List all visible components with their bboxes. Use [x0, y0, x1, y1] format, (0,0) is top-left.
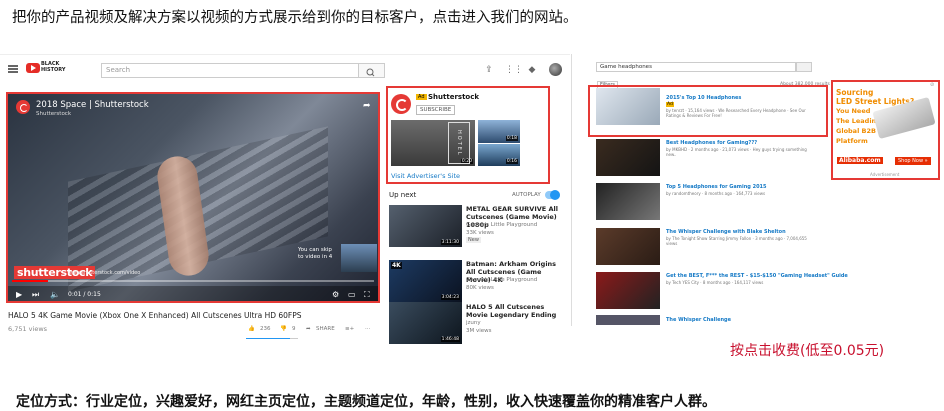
up-next-label: Up next — [389, 191, 417, 199]
advertiser-card[interactable]: Ad Shutterstock SUBSCRIBE 0:20 HOTEL 0:1… — [386, 86, 550, 184]
view-count: 6,751 views — [8, 325, 48, 333]
duration: 3:04:23 — [440, 295, 460, 300]
logo-text: BLACK HISTORY — [41, 61, 66, 73]
result-thumbnail-5[interactable] — [596, 315, 660, 325]
promoted-thumbnail[interactable] — [596, 88, 660, 125]
share-icon[interactable]: ➦ — [363, 101, 371, 111]
bottom-caption: 定位方式：行业定位，兴趣爱好，网红主页定位，主题频道定位，年龄，性别，收入快速覆… — [16, 394, 716, 410]
youtube-logo-icon[interactable] — [26, 63, 40, 73]
hotel-sign-text: HOTEL — [448, 122, 470, 164]
promoted-ad-badge: Ad — [666, 102, 674, 107]
video-title: HALO 5 4K Game Movie (Xbox One X Enhance… — [8, 311, 302, 320]
settings-icon[interactable]: ⚙ — [332, 290, 339, 299]
results-search-button[interactable] — [796, 62, 812, 72]
up-next-channel-3: jzuny — [466, 320, 481, 326]
ad-thumbnail-3[interactable]: 0:16 — [478, 144, 520, 166]
up-next-title-3[interactable]: HALO 5 All Cutscenes Movie Legendary End… — [466, 303, 561, 319]
results-search-input[interactable]: Game headphones — [596, 62, 796, 72]
advertisement-label: Advertisement — [870, 172, 900, 177]
result-title-1[interactable]: Best Headphones for Gaming??? — [666, 140, 757, 146]
up-next-views-1: 33K views — [466, 230, 494, 236]
duration: 0:18 — [505, 136, 518, 141]
result-title-2[interactable]: Top 5 Headphones for Gaming 2015 — [666, 184, 767, 190]
subscribe-button[interactable]: SUBSCRIBE — [416, 105, 456, 115]
advertiser-logo-icon[interactable] — [391, 94, 411, 114]
duration: 1:46:48 — [440, 337, 460, 342]
top-caption: 把你的产品视频及解决方案以视频的方式展示给到你的目标客户，点击进入我们的网站。 — [12, 10, 578, 26]
avatar[interactable] — [549, 63, 562, 76]
share-button-icon[interactable]: ➦ — [306, 326, 311, 332]
result-thumbnail-4[interactable] — [596, 272, 660, 309]
channel-logo-icon[interactable] — [16, 100, 30, 114]
promoted-title[interactable]: 2015's Top 10 Headphones — [666, 95, 741, 101]
like-icon[interactable]: 👍 — [248, 326, 255, 332]
up-next-thumbnail-3[interactable]: 1:46:48 — [389, 302, 462, 344]
up-next-channel-2: Gamer's Little Playground — [466, 277, 538, 283]
player-channel: Shutterstock — [36, 111, 72, 117]
result-thumbnail-2[interactable] — [596, 183, 660, 220]
volume-icon[interactable]: 🔈 — [50, 290, 60, 299]
like-count: 236 — [260, 326, 271, 332]
dislike-icon[interactable]: 👎 — [280, 326, 287, 332]
video-player[interactable]: 2018 Space | Shutterstock Shutterstock ➦… — [6, 92, 380, 303]
upload-icon[interactable]: ⇪ — [484, 65, 494, 75]
menu-icon[interactable] — [8, 65, 18, 73]
result-thumbnail-3[interactable] — [596, 228, 660, 265]
visit-advertiser-link[interactable]: Visit Advertiser's Site — [391, 172, 460, 180]
result-title-3[interactable]: The Whisper Challenge with Blake Shelton — [666, 229, 786, 235]
autoplay-label: AUTOPLAY — [512, 192, 541, 198]
ad-thumbnail-2[interactable]: 0:18 — [478, 120, 520, 143]
theater-icon[interactable]: ▭ — [348, 290, 356, 299]
more-icon[interactable]: ··· — [365, 326, 370, 332]
duration: 3:11:30 — [440, 240, 460, 245]
up-next-views-3: 3M views — [466, 328, 492, 334]
result-title-5[interactable]: The Whisper Challenge — [666, 317, 731, 323]
share-button[interactable]: SHARE — [316, 326, 335, 332]
up-next-thumbnail-1[interactable]: 3:11:30 — [389, 205, 462, 247]
progress-fill — [12, 280, 49, 282]
price-caption: 按点击收费(低至0.05元) — [730, 343, 885, 359]
dislike-count: 9 — [292, 326, 296, 332]
result-title-4[interactable]: Get the BEST, F*** the REST - $15-$150 "… — [666, 273, 848, 279]
control-bar — [8, 286, 378, 301]
new-badge: New — [466, 237, 481, 243]
search-icon — [366, 68, 375, 77]
4k-badge: 4K — [391, 262, 402, 269]
search-input[interactable]: Search — [101, 63, 385, 78]
alibaba-logo[interactable]: Alibaba.com — [837, 157, 883, 164]
result-thumbnail-1[interactable] — [596, 139, 660, 176]
ad-badge: Ad — [416, 94, 427, 100]
like-bar-fill — [246, 338, 290, 339]
up-next-thumbnail-2[interactable]: 4K 3:04:23 — [389, 260, 462, 302]
shop-now-button[interactable]: Shop Now » — [895, 157, 931, 165]
promoted-meta: by tenrzt · 15,164 views · We Researched… — [666, 108, 806, 118]
skip-text[interactable]: You can skip to video in 4 — [298, 247, 338, 261]
apps-icon[interactable]: ⋮⋮ — [505, 65, 523, 75]
up-next-views-2: 80K views — [466, 285, 494, 291]
play-icon[interactable]: ▶ — [16, 290, 22, 299]
autoplay-toggle[interactable] — [545, 190, 560, 200]
bell-icon[interactable]: ◆ — [527, 65, 537, 75]
fullscreen-icon[interactable]: ⛶ — [364, 290, 370, 300]
youtube-screenshot: BLACK HISTORY Search ⇪ ⋮⋮ ◆ 2018 Space | … — [0, 54, 570, 346]
result-meta-4: by Tech YES City · 8 months ago · 164,11… — [666, 280, 764, 285]
time-readout: 0:01 / 0:15 — [68, 291, 101, 298]
result-meta-2: by randomtheory · 8 months ago · 164,773… — [666, 191, 766, 196]
search-button[interactable] — [358, 63, 385, 78]
advertiser-name[interactable]: Shutterstock — [428, 93, 479, 101]
result-meta-3: by The Tonight Show Starring Jimmy Fallo… — [666, 236, 807, 246]
progress-track[interactable] — [12, 280, 374, 282]
watermark-url: www.shutterstock.com/video — [68, 270, 141, 276]
ad-choices-icon[interactable]: ⊘ — [930, 82, 934, 88]
duration: 0:16 — [505, 159, 518, 164]
add-icon[interactable]: ≡+ — [345, 326, 354, 332]
skip-thumbnail[interactable] — [341, 244, 377, 272]
next-icon[interactable]: ⏭ — [32, 290, 39, 300]
result-meta-1: by MKBHD · 2 months ago · 21,073 views ·… — [666, 147, 807, 157]
player-title[interactable]: 2018 Space | Shutterstock — [36, 100, 149, 110]
up-next-channel-1: Gamer's Little Playground — [466, 222, 538, 228]
